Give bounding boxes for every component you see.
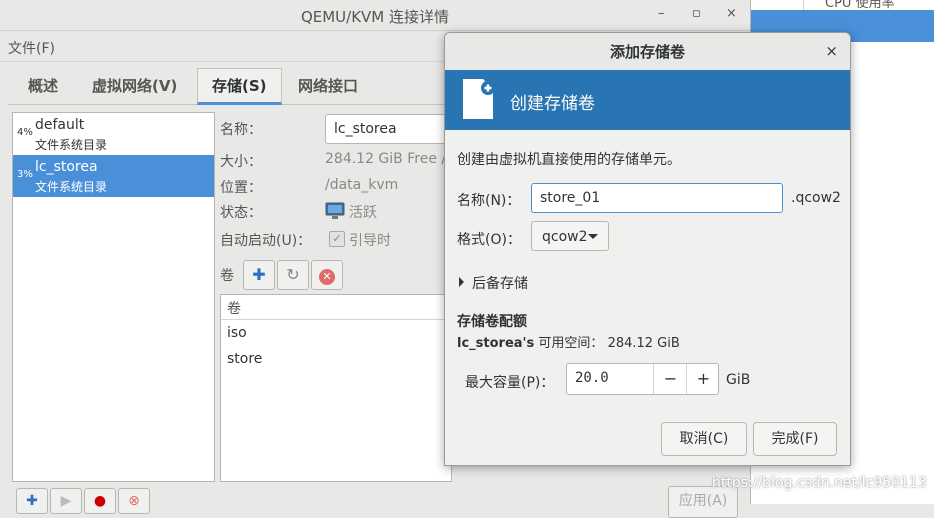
pool-type: 文件系统目录 — [35, 138, 108, 152]
volumes-label: 卷 — [220, 268, 234, 284]
minimize-button[interactable]: – — [658, 6, 665, 21]
column-separator — [803, 0, 804, 10]
delete-icon: ⊗ — [128, 493, 140, 509]
titlebar: QEMU/KVM 连接详情 – ▫ × — [0, 0, 750, 31]
cancel-button[interactable]: 取消(C) — [661, 422, 747, 456]
delete-pool-button[interactable]: ⊗ — [118, 488, 150, 514]
pool-item-lc-storea[interactable]: 3% lc_storea 文件系统目录 — [13, 155, 214, 197]
stop-icon: ● — [93, 493, 107, 509]
delete-volume-button[interactable]: ✕ — [311, 260, 343, 290]
banner-title: 创建存储卷 — [510, 94, 595, 114]
pool-usage-percent: 4% — [17, 127, 33, 138]
volume-list: 卷 iso store — [220, 294, 452, 482]
start-pool-button[interactable]: ▶ — [50, 488, 82, 514]
close-button[interactable]: × — [726, 6, 737, 21]
autostart-value: 引导时 — [349, 233, 391, 249]
maximize-button[interactable]: ▫ — [692, 6, 701, 21]
watermark: https://blog.csdn.net/lc950113 — [712, 475, 927, 491]
backing-store-label: 后备存储 — [472, 276, 528, 292]
state-value: 活跃 — [349, 205, 377, 221]
expander-arrow-icon — [459, 277, 464, 287]
tab-storage[interactable]: 存储(S) — [197, 68, 282, 105]
volume-name-input[interactable] — [531, 183, 783, 213]
new-file-icon — [463, 79, 495, 119]
refresh-volumes-button[interactable]: ↻ — [277, 260, 309, 290]
max-capacity-spinner: 20.0 − + — [566, 363, 719, 395]
tab-network-interfaces[interactable]: 网络接口 — [284, 68, 372, 104]
max-capacity-input[interactable]: 20.0 — [575, 370, 609, 386]
autostart-label: 自动启动(U)： — [220, 233, 312, 249]
pool-free-space: lc_storea's 可用空间： 284.12 GiB — [457, 336, 680, 351]
window-title: QEMU/KVM 连接详情 — [300, 8, 450, 26]
refresh-icon: ↻ — [286, 265, 300, 284]
volume-quota-title: 存储卷配额 — [457, 314, 527, 330]
format-value: qcow2 — [542, 229, 588, 245]
location-label: 位置： — [220, 180, 262, 196]
state-label: 状态： — [220, 205, 262, 221]
pool-item-default[interactable]: 4% default 文件系统目录 — [13, 113, 214, 155]
stop-pool-button[interactable]: ● — [84, 488, 116, 514]
decrease-capacity-button[interactable]: − — [653, 364, 687, 394]
format-dropdown[interactable]: qcow2 — [531, 221, 609, 251]
volume-row-store[interactable]: store — [227, 351, 262, 367]
pool-name: default — [35, 117, 85, 133]
dialog-title: 添加存储卷 — [609, 43, 685, 61]
volume-name-extension: .qcow2 — [791, 190, 841, 206]
pool-type: 文件系统目录 — [35, 180, 108, 194]
add-pool-button[interactable]: ✚ — [16, 488, 48, 514]
storage-pool-list: 4% default 文件系统目录 3% lc_storea 文件系统目录 — [12, 112, 215, 482]
menu-file[interactable]: 文件(F) — [8, 38, 55, 58]
volume-name-label: 名称(N)： — [457, 193, 521, 209]
volume-column-header[interactable]: 卷 — [221, 295, 451, 320]
max-capacity-label: 最大容量(P)： — [465, 375, 555, 391]
dialog-close-button[interactable]: × — [825, 42, 838, 60]
dialog-titlebar: 添加存储卷 × — [445, 33, 850, 71]
size-label: 大小： — [220, 154, 262, 170]
format-label: 格式(O)： — [457, 232, 521, 248]
size-value: 284.12 GiB Free / 1 — [325, 151, 460, 167]
capacity-unit: GiB — [726, 372, 751, 388]
volume-row-iso[interactable]: iso — [227, 325, 247, 341]
tab-overview[interactable]: 概述 — [14, 68, 72, 104]
delete-icon: ✕ — [319, 269, 335, 285]
monitor-icon — [325, 202, 345, 219]
tab-virtual-networks[interactable]: 虚拟网络(V) — [78, 68, 191, 104]
finish-button[interactable]: 完成(F) — [753, 422, 837, 456]
dialog-banner: 创建存储卷 — [445, 70, 850, 130]
add-storage-volume-dialog: 添加存储卷 × 创建存储卷 创建由虚拟机直接使用的存储单元。 名称(N)： .q… — [444, 32, 851, 466]
autostart-checkbox[interactable]: ✓ — [329, 231, 345, 247]
pool-name: lc_storea — [35, 159, 98, 175]
pool-usage-percent: 3% — [17, 169, 33, 180]
caret-down-icon — [588, 234, 598, 239]
pool-name-label: 名称： — [220, 122, 262, 138]
dialog-description: 创建由虚拟机直接使用的存储单元。 — [457, 152, 681, 168]
location-value: /data_kvm — [325, 177, 399, 193]
plus-icon: ✚ — [252, 265, 266, 284]
plus-icon: ✚ — [26, 493, 38, 509]
play-icon: ▶ — [60, 493, 72, 509]
add-volume-button[interactable]: ✚ — [243, 260, 275, 290]
increase-capacity-button[interactable]: + — [686, 364, 720, 394]
